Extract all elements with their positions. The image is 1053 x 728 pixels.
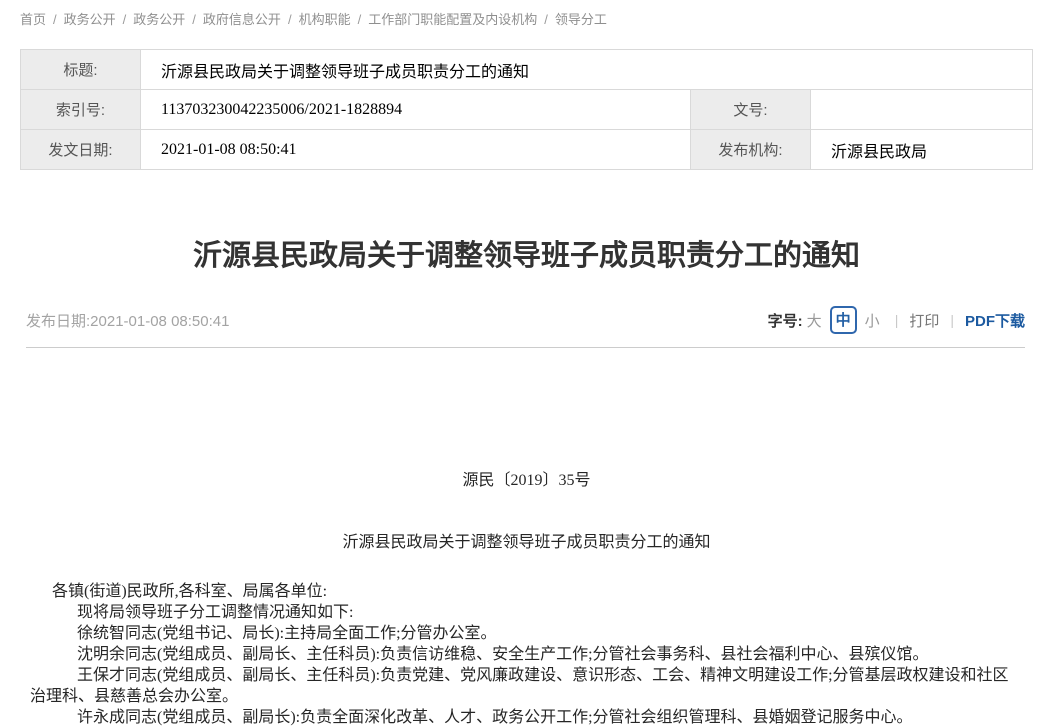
meta-publisher-value: 沂源县民政局 bbox=[811, 130, 1033, 170]
breadcrumb-separator: / bbox=[358, 12, 362, 27]
document-reference-number: 源民〔2019〕35号 bbox=[30, 470, 1023, 491]
publish-date: 发布日期:2021-01-08 08:50:41 bbox=[26, 310, 229, 331]
meta-index-value: 113703230042235006/2021-1828894 bbox=[141, 90, 691, 130]
breadcrumb: 首页 / 政务公开 / 政务公开 / 政府信息公开 / 机构职能 / 工作部门职能配置及内设机构 / 领… bbox=[0, 0, 1053, 28]
meta-title-label: 标题: bbox=[21, 50, 141, 90]
table-row: 标题: 沂源县民政局关于调整领导班子成员职责分工的通知 bbox=[21, 50, 1033, 90]
article-paragraph: 现将局领导班子分工调整情况通知如下: bbox=[30, 602, 1023, 623]
table-row: 索引号: 113703230042235006/2021-1828894 文号: bbox=[21, 90, 1033, 130]
meta-issue-date-value: 2021-01-08 08:50:41 bbox=[141, 130, 691, 170]
pdf-download-link[interactable]: PDF下载 bbox=[965, 310, 1025, 331]
article-toolbar: 字号: 大 中 小 | 打印 | PDF下载 bbox=[768, 306, 1025, 334]
publish-date-label: 发布日期: bbox=[26, 313, 90, 330]
breadcrumb-item-gov-affairs-1[interactable]: 政务公开 bbox=[64, 12, 116, 27]
document-meta-table: 标题: 沂源县民政局关于调整领导班子成员职责分工的通知 索引号: 1137032… bbox=[20, 49, 1033, 170]
meta-title-value: 沂源县民政局关于调整领导班子成员职责分工的通知 bbox=[141, 50, 1033, 90]
meta-index-label: 索引号: bbox=[21, 90, 141, 130]
document-inner-title: 沂源县民政局关于调整领导班子成员职责分工的通知 bbox=[30, 532, 1023, 553]
breadcrumb-separator: / bbox=[192, 12, 196, 27]
toolbar-divider: | bbox=[950, 312, 954, 328]
meta-doc-number-value bbox=[811, 90, 1033, 130]
toolbar-divider: | bbox=[895, 312, 899, 328]
article-paragraph: 沈明余同志(党组成员、副局长、主任科员):负责信访维稳、安全生产工作;分管社会事… bbox=[30, 644, 1023, 665]
publish-date-value: 2021-01-08 08:50:41 bbox=[90, 313, 229, 330]
breadcrumb-item-gov-info-disclosure[interactable]: 政府信息公开 bbox=[203, 12, 281, 27]
breadcrumb-separator: / bbox=[544, 12, 548, 27]
meta-doc-number-label: 文号: bbox=[691, 90, 811, 130]
breadcrumb-item-agency-functions[interactable]: 机构职能 bbox=[299, 12, 351, 27]
meta-publisher-label: 发布机构: bbox=[691, 130, 811, 170]
breadcrumb-separator: / bbox=[288, 12, 292, 27]
article-paragraph: 徐统智同志(党组书记、局长):主持局全面工作;分管办公室。 bbox=[30, 623, 1023, 644]
print-button[interactable]: 打印 bbox=[909, 310, 939, 331]
article-paragraph: 王保才同志(党组成员、副局长、主任科员):负责党建、党风廉政建设、意识形态、工会… bbox=[30, 665, 1023, 707]
breadcrumb-item-leadership-division[interactable]: 领导分工 bbox=[555, 12, 607, 27]
article-body: 源民〔2019〕35号 沂源县民政局关于调整领导班子成员职责分工的通知 各镇(街… bbox=[30, 348, 1023, 728]
font-size-medium-button[interactable]: 中 bbox=[830, 306, 857, 334]
font-size-large-button[interactable]: 大 bbox=[807, 310, 822, 331]
article-salutation: 各镇(街道)民政所,各科室、局属各单位: bbox=[30, 581, 1023, 602]
publish-info-bar: 发布日期:2021-01-08 08:50:41 字号: 大 中 小 | 打印 … bbox=[26, 306, 1025, 334]
breadcrumb-item-home[interactable]: 首页 bbox=[20, 12, 46, 27]
font-size-small-button[interactable]: 小 bbox=[865, 310, 880, 331]
article-paragraph: 许永成同志(党组成员、副局长):负责全面深化改革、人才、政务公开工作;分管社会组… bbox=[30, 707, 1023, 728]
meta-issue-date-label: 发文日期: bbox=[21, 130, 141, 170]
breadcrumb-separator: / bbox=[53, 12, 57, 27]
font-size-label: 字号: bbox=[768, 310, 803, 331]
table-row: 发文日期: 2021-01-08 08:50:41 发布机构: 沂源县民政局 bbox=[21, 130, 1033, 170]
page-title: 沂源县民政局关于调整领导班子成员职责分工的通知 bbox=[0, 232, 1053, 274]
breadcrumb-separator: / bbox=[123, 12, 127, 27]
breadcrumb-item-gov-affairs-2[interactable]: 政务公开 bbox=[133, 12, 185, 27]
breadcrumb-item-dept-config[interactable]: 工作部门职能配置及内设机构 bbox=[368, 12, 537, 27]
